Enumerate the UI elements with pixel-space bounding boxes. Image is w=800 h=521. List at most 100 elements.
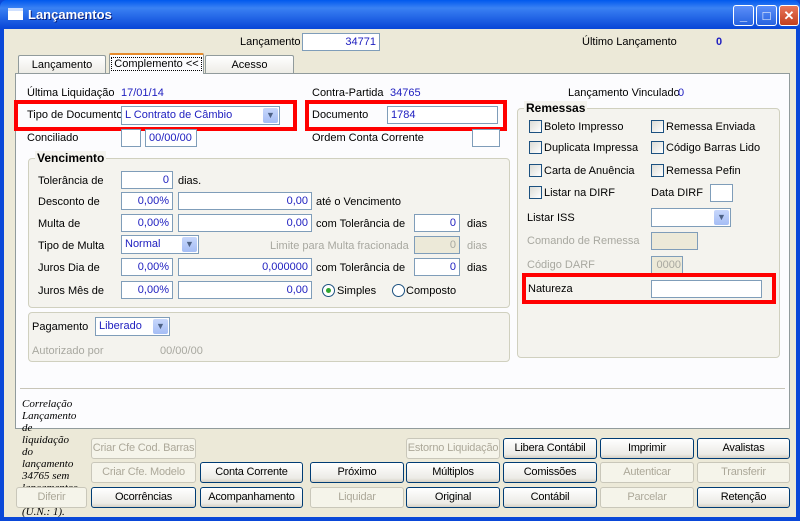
simples-radio[interactable] [322,284,335,297]
liquidar-button[interactable]: Liquidar [310,487,404,508]
conciliado-label: Conciliado [27,132,79,144]
estorno-liquidacao-button[interactable]: Estorno Liquidação [406,438,500,459]
criar-cfe-modelo-button[interactable]: Criar Cfe. Modelo [91,462,196,483]
ocorrencias-button[interactable]: Ocorrências [91,487,196,508]
remessa-enviada-checkbox[interactable] [651,120,664,133]
remessas-title: Remessas [524,101,588,115]
juros-mes-pct-input[interactable]: 0,00% [121,281,173,299]
maximize-button[interactable]: □ [756,5,777,26]
criar-cfe-cod-barras-button[interactable]: Criar Cfe Cod. Barras [91,438,196,459]
desconto-label: Desconto de [38,196,100,208]
listar-dirf-checkbox[interactable] [529,186,542,199]
ate-vencimento-label: até o Vencimento [316,196,402,208]
multa-label: Multa de [38,218,81,230]
close-button[interactable]: ✕ [779,5,799,26]
data-dirf-input[interactable] [710,184,733,202]
select-value: L Contrato de Câmbio [125,109,233,121]
retencao-button[interactable]: Retenção [697,487,790,508]
com-tolerancia-label: com Tolerância de [316,262,406,274]
autorizado-por-value: 00/00/00 [160,345,203,357]
contra-partida-value: 34765 [390,87,421,99]
tab-label: Acesso [231,59,268,71]
checkbox-label: Boleto Impresso [544,121,624,133]
select-value: Normal [125,238,161,250]
duplicata-impressa-checkbox[interactable] [529,141,542,154]
juros-mes-value-input[interactable]: 0,00 [178,281,312,299]
tolerancia-input[interactable]: 0 [121,171,173,189]
tipo-documento-select[interactable]: L Contrato de Câmbio ▼ [121,106,280,125]
conta-corrente-button[interactable]: Conta Corrente [200,462,303,483]
tipo-multa-label: Tipo de Multa [38,240,105,252]
juros-tolerancia-input[interactable]: 0 [414,258,460,276]
chevron-down-icon[interactable]: ▼ [182,237,197,252]
listar-iss-select[interactable]: ▼ [651,208,731,227]
window-title: Lançamentos [28,7,112,22]
desconto-pct-input[interactable]: 0,00% [121,192,173,210]
multa-tolerancia-input[interactable]: 0 [414,214,460,232]
proximo-button[interactable]: Próximo [310,462,404,483]
checkbox-label: Duplicata Impressa [544,142,639,154]
composto-label: Composto [406,285,457,297]
avalistas-button[interactable]: Avalistas [697,438,790,459]
checkbox-label: Código Barras Lido [666,142,761,154]
libera-contabil-button[interactable]: Libera Contábil [503,438,597,459]
com-tolerancia-label: com Tolerância de [316,218,406,230]
codigo-darf-input: 0000 [651,256,683,274]
imprimir-button[interactable]: Imprimir [600,438,694,459]
desconto-value-input[interactable]: 0,00 [178,192,312,210]
pagamento-select[interactable]: Liberado ▼ [95,317,170,336]
lancamento-vinculado-value: 0 [678,87,685,99]
tab-complemento[interactable]: Complemento << [109,53,204,74]
conciliado-input[interactable] [121,129,141,147]
ultima-liquidacao-label: Última Liquidação [27,87,115,99]
natureza-input[interactable] [651,280,762,298]
remessa-pefin-checkbox[interactable] [651,164,664,177]
contra-partida-label: Contra-Partida [312,87,384,99]
codigo-darf-label: Código DARF [527,259,595,271]
original-button[interactable]: Original [406,487,500,508]
tipo-documento-label: Tipo de Documento [27,109,123,121]
lancamento-input[interactable]: 34771 [302,33,380,51]
codigo-barras-lido-checkbox[interactable] [651,141,664,154]
select-value: Liberado [99,320,142,332]
diferir-button[interactable]: Diferir [16,487,87,508]
pagamento-label: Pagamento [32,321,89,333]
chevron-down-icon[interactable]: ▼ [263,108,278,123]
lancamento-vinculado-label: Lançamento Vinculado [568,87,680,99]
tab-label: Lançamento [31,59,93,71]
multa-pct-input[interactable]: 0,00% [121,214,173,232]
vencimento-title: Vencimento [35,151,107,165]
boleto-impresso-checkbox[interactable] [529,120,542,133]
multiplos-button[interactable]: Múltiplos [406,462,500,483]
autenticar-button[interactable]: Autenticar [600,462,694,483]
composto-radio[interactable] [392,284,405,297]
acompanhamento-button[interactable]: Acompanhamento [200,487,303,508]
tab-lancamento[interactable]: Lançamento [18,55,106,74]
juros-dia-value-input[interactable]: 0,000000 [178,258,312,276]
window-icon [8,8,23,20]
juros-mes-label: Juros Mês de [38,285,105,297]
multa-value-input[interactable]: 0,00 [178,214,312,232]
dias-label: dias. [178,175,202,187]
simples-label: Simples [337,285,377,297]
juros-dia-pct-input[interactable]: 0,00% [121,258,173,276]
tipo-multa-select[interactable]: Normal ▼ [121,235,199,254]
tab-acesso[interactable]: Acesso [205,55,294,74]
documento-label: Documento [312,109,369,121]
conciliado-date-input[interactable]: 00/00/00 [145,129,197,147]
ordem-conta-corrente-input[interactable] [472,129,500,147]
transferir-button[interactable]: Transferir [697,462,790,483]
comissoes-button[interactable]: Comissões [503,462,597,483]
carta-anuencia-checkbox[interactable] [529,164,542,177]
ordem-conta-corrente-label: Ordem Conta Corrente [312,132,424,144]
minimize-button[interactable]: _ [733,5,754,26]
chevron-down-icon[interactable]: ▼ [153,319,168,334]
chevron-down-icon[interactable]: ▼ [714,210,729,225]
contabil-button[interactable]: Contábil [503,487,597,508]
parcelar-button[interactable]: Parcelar [600,487,694,508]
dias-label: dias [467,218,488,230]
comando-remessa-input [651,232,698,250]
documento-input[interactable]: 1784 [387,106,498,124]
divider [20,388,785,389]
juros-dia-label: Juros Dia de [38,262,100,274]
